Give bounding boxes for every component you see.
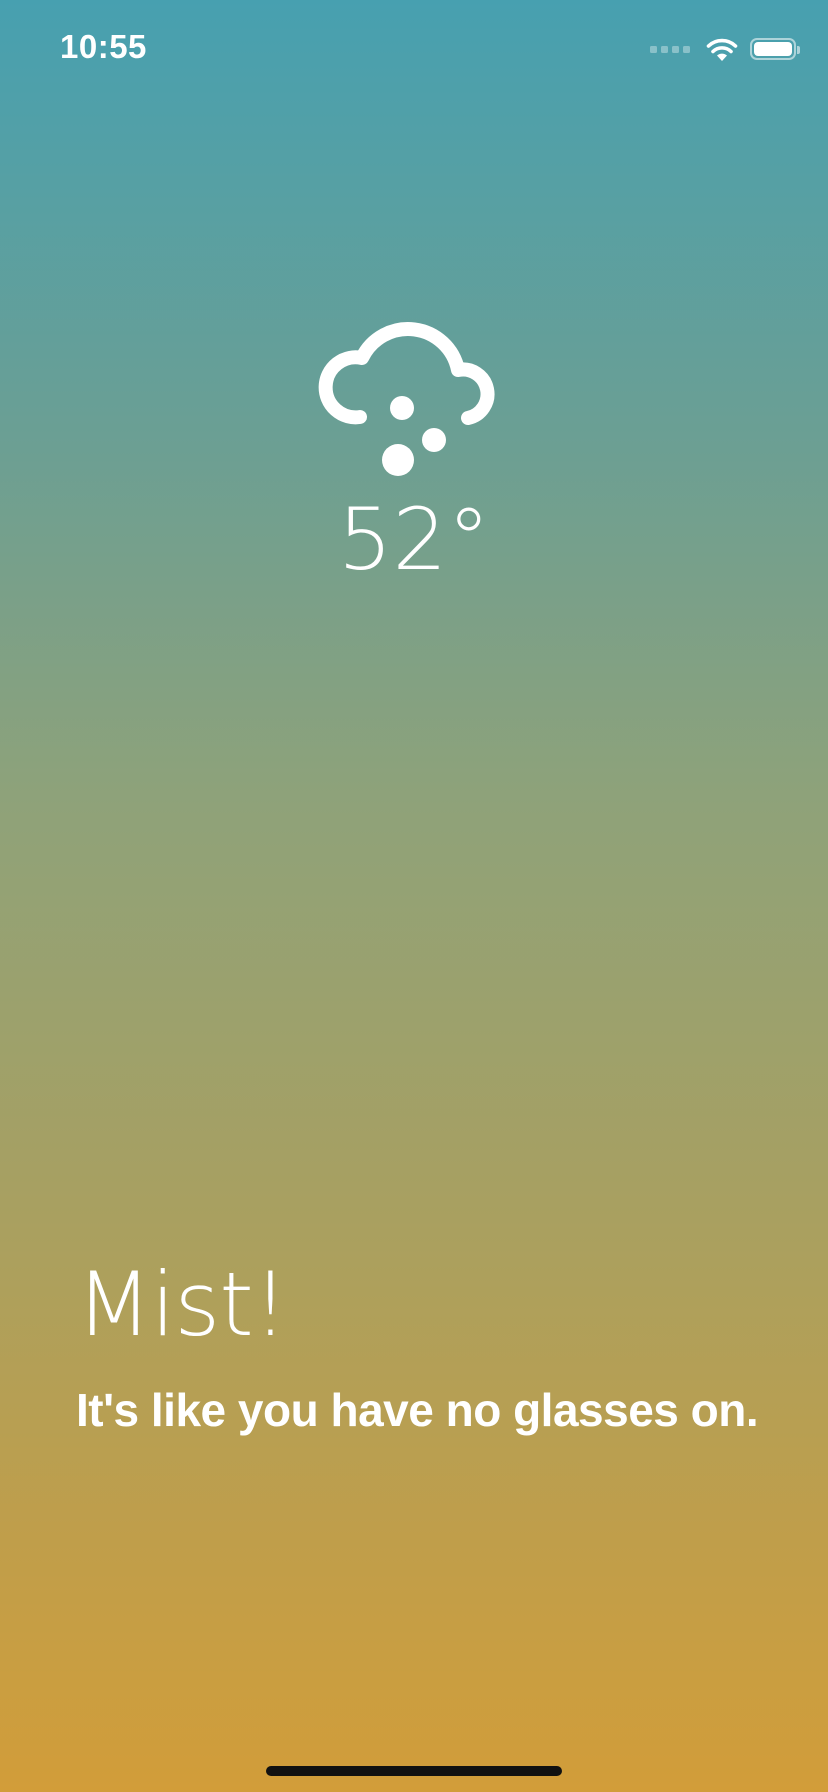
status-bar: 10:55 (0, 0, 828, 100)
battery-level (754, 42, 792, 56)
weather-subtitle: It's like you have no glasses on. (76, 1384, 759, 1436)
cloud-hail-icon (318, 322, 495, 476)
battery-icon (750, 38, 800, 60)
cellular-signal-icon (650, 45, 690, 53)
status-time: 10:55 (60, 28, 147, 65)
temperature: 52° (337, 490, 491, 590)
status-icons (650, 34, 800, 64)
home-indicator[interactable] (266, 1766, 562, 1776)
wifi-icon (706, 38, 738, 61)
weather-headline: Mist! (76, 1253, 288, 1356)
weather-screen: 10:55 52° Mist! It's like you have no gl… (0, 0, 828, 1792)
